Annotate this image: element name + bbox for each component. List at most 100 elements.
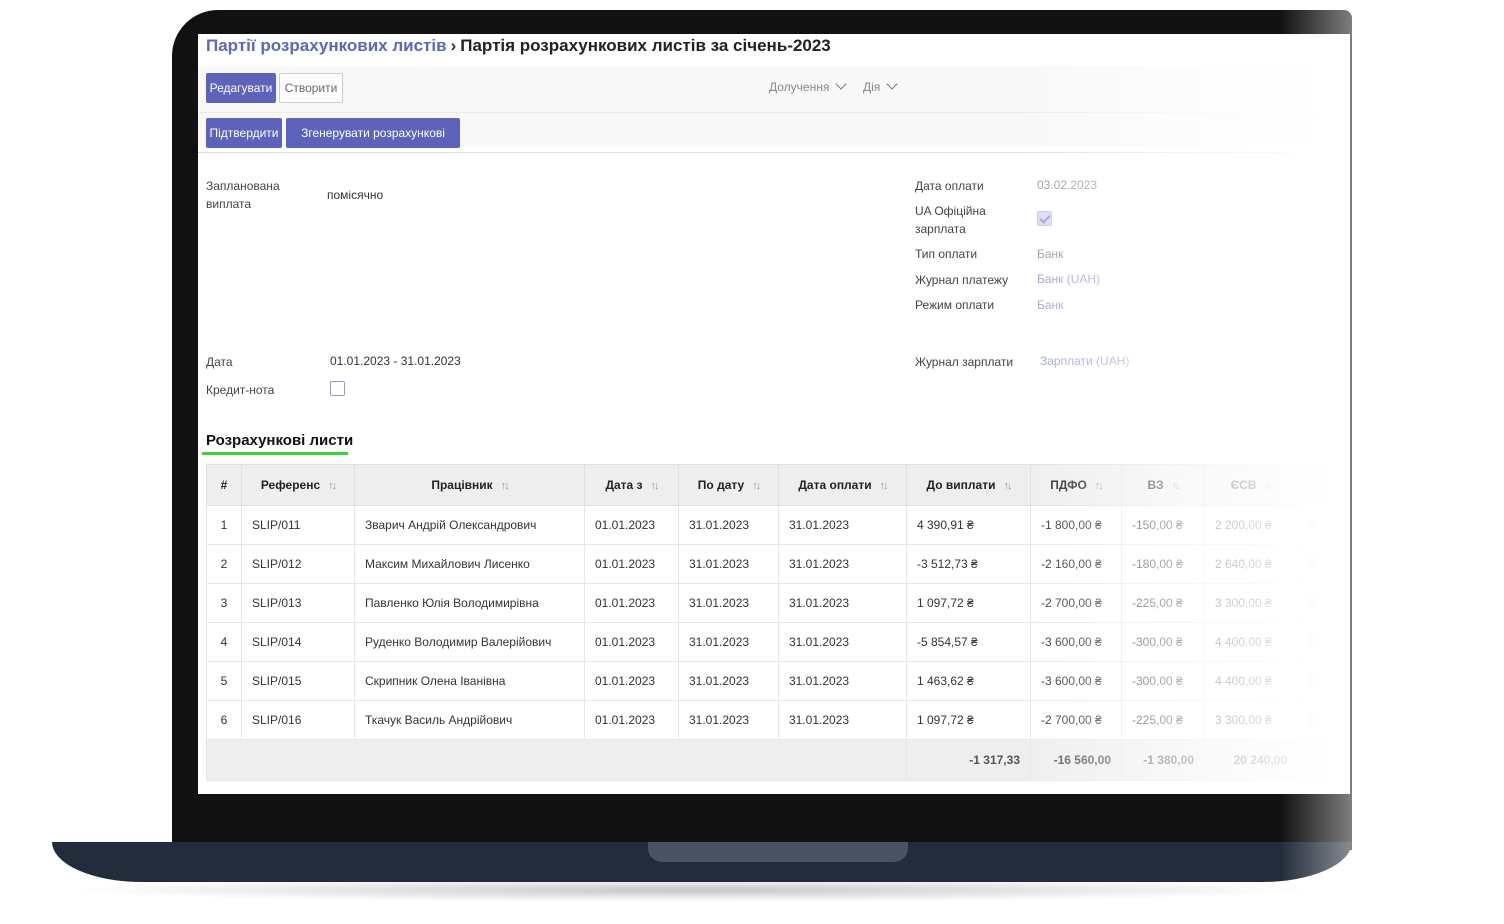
totals-spacer: [206, 739, 907, 781]
cell-actions: [1297, 583, 1341, 623]
cell-date-to: 31.01.2023: [678, 544, 779, 584]
cell-employee: Максим Михайлович Лисенко: [354, 544, 585, 584]
attachments-dropdown[interactable]: Долучення: [769, 78, 848, 94]
sort-icon: ↑↓: [1171, 480, 1181, 492]
cell-vz: -300,00 ₴: [1121, 661, 1205, 701]
cell-actions: [1297, 505, 1341, 545]
sort-icon: ↑↓: [752, 480, 761, 492]
cell-date-from: 01.01.2023: [584, 661, 679, 701]
ua-official-salary-label: UA Офіційна зарплата: [915, 204, 986, 236]
cell-date-to: 31.01.2023: [678, 583, 779, 623]
generate-payslips-button[interactable]: Згенерувати розрахункові листи: [286, 118, 460, 170]
active-tab-underline: [202, 452, 348, 455]
cell-reference: SLIP/013: [241, 583, 355, 623]
cell-index: 6: [206, 700, 242, 740]
chevron-down-icon: [886, 78, 898, 90]
sort-icon: ↑↓: [1003, 480, 1012, 492]
chevron-down-icon: [835, 78, 848, 90]
pay-type-label: Тип оплати: [915, 247, 978, 261]
cell-reference: SLIP/016: [241, 700, 355, 740]
cell-pay-date: 31.01.2023: [778, 622, 907, 662]
sort-icon: ↑↓: [1094, 480, 1104, 492]
calculator-icon[interactable]: [1308, 712, 1318, 725]
confirm-button[interactable]: Підтвердити: [206, 118, 282, 148]
cell-actions: [1297, 661, 1341, 701]
sort-icon: ↑↓: [650, 480, 660, 492]
cell-pay-date: 31.01.2023: [778, 661, 907, 701]
cell-pdfo: -3 600,00 ₴: [1030, 661, 1122, 701]
edit-button[interactable]: Редагувати: [206, 73, 276, 103]
cell-date-from: 01.01.2023: [584, 583, 679, 623]
col-header-index[interactable]: #: [206, 464, 242, 506]
col-header-pay-date[interactable]: Дата оплати ↑↓: [778, 464, 907, 506]
salary-journal-link[interactable]: Зарплати (UAH): [1040, 354, 1129, 368]
col-header-employee[interactable]: Працівник ↑↓: [354, 464, 585, 506]
pay-date-value[interactable]: 03.02.2023: [1037, 178, 1097, 192]
attachments-label: Долучення: [769, 80, 830, 94]
cell-index: 3: [206, 583, 242, 623]
col-header-esv[interactable]: ЄСВ ↑↓: [1204, 464, 1298, 506]
total-vz: -1 380,00: [1121, 739, 1205, 781]
table-row[interactable]: 1 SLIP/011 Зварич Андрій Олександрович 0…: [206, 505, 1341, 545]
table-row[interactable]: 2 SLIP/012 Максим Михайлович Лисенко 01.…: [206, 544, 1341, 584]
cell-net-pay: 1 097,72 ₴: [906, 700, 1031, 740]
cell-index: 4: [206, 622, 242, 662]
cell-index: 1: [206, 505, 242, 545]
cell-pdfo: -2 700,00 ₴: [1030, 700, 1122, 740]
cell-date-from: 01.01.2023: [584, 700, 679, 740]
cell-date-from: 01.01.2023: [584, 505, 679, 545]
col-header-actions: [1297, 464, 1341, 506]
cell-employee: Ткачук Василь Андрійович: [354, 700, 585, 740]
total-esv: 20 240,00: [1204, 739, 1298, 781]
pay-mode-link[interactable]: Банк: [1037, 298, 1063, 312]
cell-net-pay: -3 512,73 ₴: [906, 544, 1031, 584]
cell-vz: -225,00 ₴: [1121, 583, 1205, 623]
cell-actions: [1297, 544, 1341, 584]
cell-pay-date: 31.01.2023: [778, 700, 907, 740]
col-header-pdfo[interactable]: ПДФО ↑↓: [1030, 464, 1122, 506]
col-header-reference[interactable]: Референс ↑↓: [241, 464, 355, 506]
action-dropdown[interactable]: Дія: [863, 78, 898, 94]
calculator-icon[interactable]: [1308, 673, 1318, 686]
cell-vz: -300,00 ₴: [1121, 622, 1205, 662]
cell-reference: SLIP/014: [241, 622, 355, 662]
cell-vz: -225,00 ₴: [1121, 700, 1205, 740]
breadcrumb-current: Партія розрахункових листів за січень-20…: [460, 36, 831, 55]
ua-official-salary-checkbox[interactable]: [1037, 211, 1052, 226]
table-row[interactable]: 6 SLIP/016 Ткачук Василь Андрійович 01.0…: [206, 700, 1341, 740]
cell-date-to: 31.01.2023: [678, 622, 779, 662]
calculator-icon[interactable]: [1308, 517, 1318, 530]
pay-mode-label: Режим оплати: [915, 298, 995, 312]
col-header-date-to[interactable]: По дату ↑↓: [678, 464, 779, 506]
sort-icon: ↑↓: [500, 480, 510, 492]
create-button[interactable]: Створити: [279, 73, 343, 103]
table-row[interactable]: 5 SLIP/015 Скрипник Олена Іванівна 01.01…: [206, 661, 1341, 701]
cell-date-to: 31.01.2023: [678, 505, 779, 545]
calculator-icon[interactable]: [1308, 595, 1318, 608]
date-range-value[interactable]: 01.01.2023 - 31.01.2023: [330, 354, 461, 368]
payment-journal-link[interactable]: Банк (UAH): [1037, 272, 1100, 286]
calculator-icon[interactable]: [1308, 556, 1318, 569]
table-row[interactable]: 4 SLIP/014 Руденко Володимир Валерійович…: [206, 622, 1341, 662]
cell-pdfo: -3 600,00 ₴: [1030, 622, 1122, 662]
col-header-vz[interactable]: ВЗ ↑↓: [1121, 464, 1205, 506]
sort-icon: ↑↓: [328, 480, 337, 492]
planned-payment-value[interactable]: помісячно: [327, 188, 383, 202]
cell-actions: [1297, 622, 1341, 662]
pay-type-value[interactable]: Банк: [1037, 247, 1063, 261]
cell-vz: -180,00 ₴: [1121, 544, 1205, 584]
laptop-notch: [648, 842, 908, 862]
table-row[interactable]: 3 SLIP/013 Павленко Юлія Володимирівна 0…: [206, 583, 1341, 623]
credit-note-checkbox[interactable]: [330, 381, 345, 396]
laptop-shadow: [60, 878, 1320, 902]
col-header-date-from[interactable]: Дата з ↑↓: [584, 464, 679, 506]
breadcrumb-parent-link[interactable]: Партії розрахункових листів: [206, 36, 447, 55]
cell-index: 5: [206, 661, 242, 701]
cell-esv: 4 400,00 ₴: [1204, 622, 1298, 662]
col-header-net-pay[interactable]: До виплати ↑↓: [906, 464, 1031, 506]
cell-pdfo: -2 160,00 ₴: [1030, 544, 1122, 584]
calculator-icon[interactable]: [1308, 634, 1318, 647]
payslips-section-title[interactable]: Розрахункові листи: [206, 432, 353, 449]
action-label: Дія: [863, 80, 881, 94]
app-screen: Партії розрахункових листів › Партія розра…: [198, 34, 1350, 794]
